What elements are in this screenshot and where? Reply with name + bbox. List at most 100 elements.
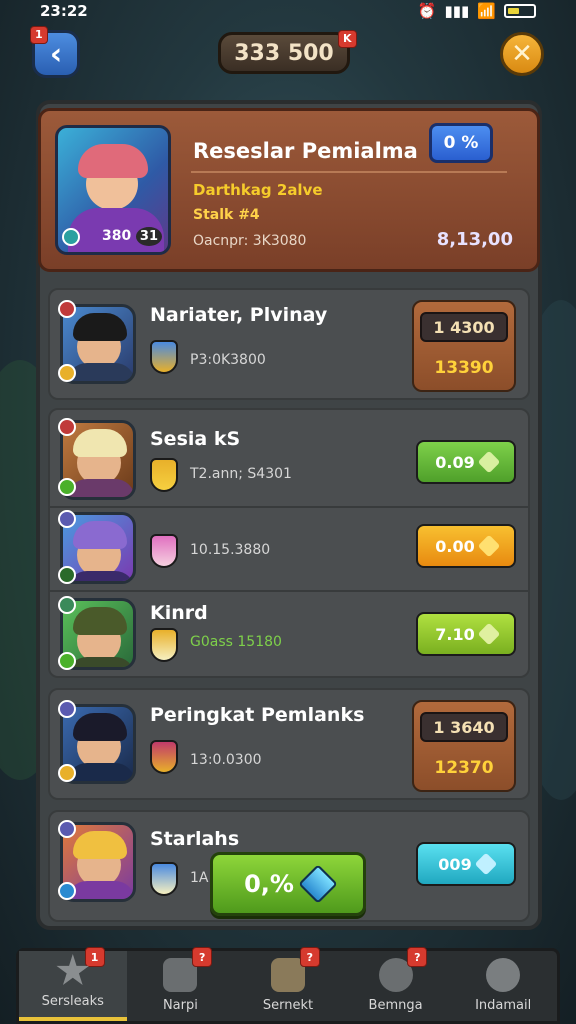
player-name: Sesia kS <box>150 428 241 450</box>
featured-title: Reseslar Pemialma <box>193 139 418 163</box>
portrait-level: 380 <box>102 228 132 244</box>
crystal-icon <box>150 534 178 568</box>
player-stat: T2.ann; S4301 <box>190 466 292 482</box>
nav-badge: ? <box>299 947 320 967</box>
shield-icon <box>150 740 178 774</box>
portrait-body <box>67 881 133 899</box>
portrait-hair <box>73 607 127 635</box>
status-time: 23:22 <box>40 2 88 20</box>
pill-value: 0.09 <box>435 452 475 472</box>
wifi-icon: 📶 <box>477 2 496 20</box>
nav-tab-bemnga[interactable]: ? Bemnga <box>342 947 450 1021</box>
value-top: 1 4300 <box>420 312 508 342</box>
crown-icon <box>58 764 76 782</box>
player-stat: 1A <box>190 870 209 886</box>
featured-stat: Stalk #4 <box>193 207 260 223</box>
nav-badge: ? <box>192 947 213 967</box>
claim-button-label: 0,% <box>244 870 294 898</box>
leaf-icon <box>58 652 76 670</box>
gem-icon <box>474 852 498 876</box>
portrait-body <box>67 571 133 581</box>
nav-label: Narpi <box>162 998 198 1013</box>
diamond-icon <box>298 864 338 904</box>
value-pill[interactable]: 7.10 <box>416 612 516 656</box>
nav-tab-sersleaks[interactable]: 1 Sersleaks <box>19 947 127 1021</box>
player-stat: 10.15.3880 <box>190 542 271 558</box>
status-bar: 23:22 ⏰ ▮▮▮ 📶 <box>0 0 576 22</box>
rank-badge-icon <box>58 418 76 436</box>
featured-card[interactable]: 380 31 Reseslar Pemialma Darthkag 2alve … <box>38 108 540 272</box>
featured-portrait: 380 31 <box>55 125 171 255</box>
nav-tab-sernekt[interactable]: ? Sernekt <box>234 947 342 1021</box>
value-pill[interactable]: 0.09 <box>416 440 516 484</box>
top-bar: ‹ 1 333 500 K ✕ <box>30 26 546 84</box>
close-button[interactable]: ✕ <box>500 32 544 76</box>
pill-value: 0.00 <box>435 536 475 556</box>
currency-display: 333 500 <box>218 32 350 74</box>
claim-button[interactable]: 0,% <box>210 852 366 916</box>
currency-badge: K <box>338 30 357 48</box>
player-name: Nariater, Plvinay <box>150 304 328 326</box>
portrait-hair <box>73 429 127 457</box>
back-notification-badge: 1 <box>30 26 48 44</box>
portrait-body <box>67 763 133 781</box>
rank-badge-icon <box>58 510 76 528</box>
portrait-body <box>67 657 133 667</box>
featured-divider <box>191 171 507 173</box>
value-bottom: 13390 <box>434 358 494 378</box>
player-name: Starlahs <box>150 828 240 850</box>
shield-icon <box>150 862 178 896</box>
nav-label: Bemnga <box>368 998 423 1013</box>
leaderboard-group: Sesia kS T2.ann; S4301 0.09 10.15.3880 0… <box>48 408 530 678</box>
leaf-icon <box>58 478 76 496</box>
player-stat: 13:0.0300 <box>190 752 262 768</box>
portrait-hair <box>73 831 127 859</box>
shield-icon <box>150 340 178 374</box>
portrait-hair <box>78 144 148 178</box>
nav-tab-indamail[interactable]: Indamail <box>449 951 557 1021</box>
value-box: 1 4300 13390 <box>412 300 516 392</box>
nav-label: Indamail <box>475 998 532 1013</box>
signal-icon: ▮▮▮ <box>444 2 470 20</box>
featured-subtitle: Darthkag 2alve <box>193 181 323 199</box>
leaf-icon <box>58 566 76 584</box>
portrait-hair <box>73 713 127 741</box>
battery-icon <box>504 4 536 18</box>
bottom-nav: 1 Sersleaks ? Narpi ? Sernekt ? Bemnga I… <box>16 947 560 1024</box>
alarm-icon: ⏰ <box>417 2 437 20</box>
sword-icon <box>150 628 178 662</box>
value-pill[interactable]: 009 <box>416 842 516 886</box>
nav-label: Sersleaks <box>41 994 104 1009</box>
portrait-body <box>67 363 133 381</box>
pill-value: 7.10 <box>435 624 475 644</box>
pill-value: 009 <box>438 854 472 874</box>
back-arrow-icon: ‹ <box>49 36 63 72</box>
nav-badge: 1 <box>84 947 105 967</box>
nav-tab-narpi[interactable]: ? Narpi <box>127 947 235 1021</box>
crown-icon <box>58 364 76 382</box>
gem-icon <box>477 534 501 558</box>
close-icon: ✕ <box>511 39 533 69</box>
gem-icon <box>477 450 501 474</box>
leaderboard-row[interactable]: Nariater, Plvinay P3:0K3800 1 4300 13390 <box>48 288 530 400</box>
leaderboard-row[interactable]: Kinrd G0ass 15180 7.10 <box>50 592 528 678</box>
rank-badge-icon <box>58 596 76 614</box>
featured-score: 8,13,00 <box>436 229 513 250</box>
portrait-hair <box>73 313 127 341</box>
value-top: 1 3640 <box>420 712 508 742</box>
value-box: 1 3640 12370 <box>412 700 516 792</box>
player-name: Kinrd <box>150 602 208 624</box>
player-stat: G0ass 15180 <box>190 634 282 650</box>
player-stat: P3:0K3800 <box>190 352 266 368</box>
leaderboard-row[interactable]: Peringkat Pemlanks 13:0.0300 1 3640 1237… <box>48 688 530 800</box>
rank-badge-icon <box>58 820 76 838</box>
element-icon <box>62 228 80 246</box>
featured-info: Oacnpr: 3K3080 <box>193 233 307 249</box>
gear-icon <box>486 958 521 992</box>
rank-badge-icon <box>58 700 76 718</box>
leaderboard-row[interactable]: Sesia kS T2.ann; S4301 0.09 <box>50 410 528 506</box>
value-pill[interactable]: 0.00 <box>416 524 516 568</box>
leaderboard-row[interactable]: 10.15.3880 0.00 <box>50 508 528 590</box>
featured-percent-button[interactable]: 0 % <box>429 123 493 163</box>
portrait-tag: 31 <box>135 227 162 246</box>
